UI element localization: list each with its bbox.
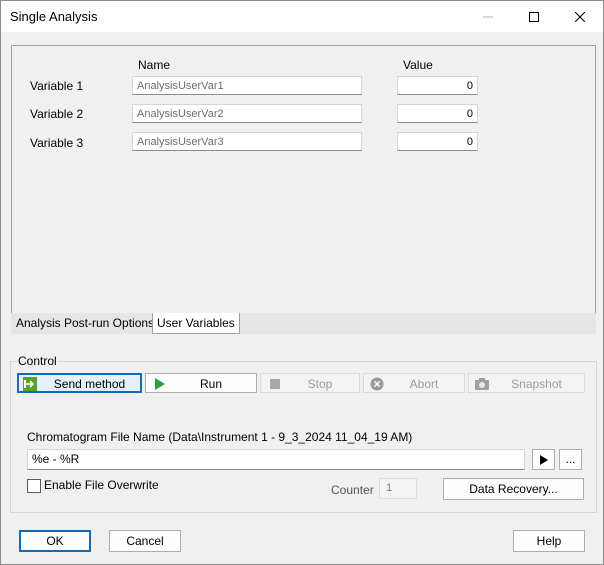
- play-icon: [155, 378, 165, 390]
- run-button[interactable]: Run: [145, 373, 257, 393]
- enable-file-overwrite-label: Enable File Overwrite: [44, 478, 159, 492]
- variable-1-value-field[interactable]: 0: [397, 76, 478, 95]
- cancel-button[interactable]: Cancel: [109, 530, 181, 552]
- stop-button[interactable]: Stop: [260, 373, 360, 393]
- ok-button[interactable]: OK: [19, 530, 91, 552]
- snapshot-button[interactable]: Snapshot: [468, 373, 585, 393]
- close-icon: [575, 11, 585, 22]
- abort-icon: [370, 377, 384, 391]
- send-method-button[interactable]: Send method: [17, 373, 142, 393]
- send-icon: [23, 377, 37, 391]
- help-button[interactable]: Help: [513, 530, 585, 552]
- insert-token-button[interactable]: [532, 449, 555, 470]
- snapshot-label: Snapshot: [511, 377, 562, 391]
- stop-label: Stop: [307, 377, 333, 391]
- tab-analysis[interactable]: Analysis: [12, 313, 65, 333]
- variable-2-name-field[interactable]: AnalysisUserVar2: [132, 104, 362, 123]
- chromatogram-file-label: Chromatogram File Name (Data\Instrument …: [27, 430, 413, 444]
- close-button[interactable]: [557, 1, 603, 32]
- counter-field: 1: [379, 478, 417, 499]
- name-column-header: Name: [138, 58, 171, 72]
- user-variables-panel: Name Value Variable 1 AnalysisUserVar1 0…: [11, 45, 596, 315]
- maximize-button[interactable]: [511, 1, 557, 32]
- variable-2-label: Variable 2: [30, 107, 84, 121]
- abort-label: Abort: [409, 377, 439, 391]
- single-analysis-dialog: Single Analysis Name Value Variable 1 An…: [0, 0, 604, 565]
- window-title: Single Analysis: [10, 9, 98, 24]
- minimize-icon: [483, 16, 493, 17]
- variable-3-name-field[interactable]: AnalysisUserVar3: [132, 132, 362, 151]
- minimize-button[interactable]: [465, 1, 511, 32]
- variable-3-label: Variable 3: [30, 136, 84, 150]
- stop-icon: [270, 379, 280, 389]
- variable-2-value-field[interactable]: 0: [397, 104, 478, 123]
- camera-icon: [475, 378, 489, 390]
- maximize-icon: [529, 11, 539, 22]
- enable-file-overwrite-checkbox[interactable]: [27, 479, 41, 493]
- tab-post-run-options[interactable]: Post-run Options: [60, 313, 158, 333]
- browse-button[interactable]: ...: [559, 449, 582, 470]
- counter-label: Counter: [331, 483, 374, 497]
- chromatogram-file-input[interactable]: %e - %R: [27, 449, 525, 470]
- data-recovery-button[interactable]: Data Recovery...: [443, 478, 584, 500]
- arrow-right-icon: [539, 455, 548, 465]
- run-label: Run: [199, 377, 222, 391]
- tab-strip: Analysis Post-run Options User Variables: [11, 313, 596, 334]
- send-method-label: Send method: [53, 377, 126, 391]
- variable-1-label: Variable 1: [30, 79, 84, 93]
- variable-3-value-field[interactable]: 0: [397, 132, 478, 151]
- title-bar: Single Analysis: [1, 1, 603, 32]
- abort-button[interactable]: Abort: [363, 373, 465, 393]
- variable-1-name-field[interactable]: AnalysisUserVar1: [132, 76, 362, 95]
- value-column-header: Value: [403, 58, 433, 72]
- tab-user-variables[interactable]: User Variables: [152, 313, 240, 334]
- control-group-label: Control: [17, 354, 58, 368]
